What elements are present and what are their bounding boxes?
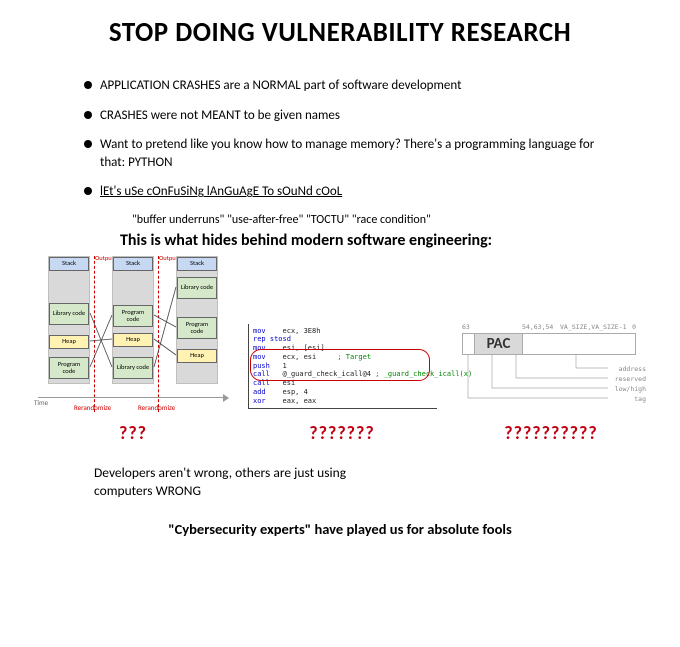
bullet-item: lEt's uSe cOnFuSiNg lAnGuAgE To sOuNd cO… xyxy=(84,183,620,201)
asm-op: mov xyxy=(253,344,266,352)
time-axis xyxy=(38,397,228,398)
seg-library: Library code xyxy=(49,303,89,325)
asm-op: xor xyxy=(253,397,266,405)
question-marks: ??????? xyxy=(309,422,374,444)
memory-column: Stack Library code Heap Program code xyxy=(48,256,90,384)
time-label: Time xyxy=(34,398,48,407)
asm-args: eax, eax xyxy=(283,397,317,405)
seg-heap: Heap xyxy=(49,335,89,349)
rerandomize-label: Rerandomize xyxy=(74,403,111,412)
seg-stack: Stack xyxy=(113,257,153,271)
bullet-item: CRASHES were not MEANT to be given names xyxy=(84,107,620,125)
pac-pointer-diagram: 63 54,63,54 VA_SIZE,VA_SIZE-1 0 PAC xyxy=(456,321,646,416)
seg-heap: Heap xyxy=(113,333,153,347)
lead-label: reserved xyxy=(615,375,646,383)
memory-column: Stack Program code Heap Library code xyxy=(112,256,154,384)
diagram-1-col: Output Output Stack Library code Heap Pr… xyxy=(38,256,228,444)
asm-op: rep stosd xyxy=(253,335,291,343)
seg-library: Library code xyxy=(113,357,153,379)
seg-program: Program code xyxy=(177,317,217,339)
diagram-3-col: 63 54,63,54 VA_SIZE,VA_SIZE-1 0 PAC xyxy=(456,321,646,444)
question-marks: ?????????? xyxy=(504,422,597,444)
seg-library: Library code xyxy=(177,277,217,299)
asm-op: add xyxy=(253,388,266,396)
bullet-item: Want to pretend like you know how to man… xyxy=(84,136,620,171)
assembly-listing: mov ecx, 3E8h rep stosd mov esi, [esi] m… xyxy=(248,324,437,410)
seg-stack: Stack xyxy=(177,257,217,271)
question-marks: ??? xyxy=(119,422,147,444)
asm-comment: ; Target xyxy=(337,353,371,361)
mocking-text: lEt's uSe cOnFuSiNg lAnGuAgE To sOuNd cO… xyxy=(100,184,342,199)
seg-stack: Stack xyxy=(49,257,89,271)
asm-args: esp, 4 xyxy=(283,388,308,396)
memory-column: Stack Library code Program code Heap xyxy=(176,256,218,384)
rerandomize-label: Rerandomize xyxy=(138,403,175,412)
rerandomize-divider xyxy=(158,256,159,412)
meme-slide: STOP DOING VULNERABILITY RESEARCH APPLIC… xyxy=(0,0,680,647)
asm-op: push xyxy=(253,362,270,370)
seg-program: Program code xyxy=(113,305,153,327)
bullet-list: APPLICATION CRASHES are a NORMAL part of… xyxy=(28,77,652,201)
asm-args: ecx, 3E8h xyxy=(283,327,321,335)
lead-label: tag xyxy=(634,395,646,403)
asm-op: call xyxy=(253,370,270,378)
rerandomization-diagram: Output Output Stack Library code Heap Pr… xyxy=(38,256,228,416)
leader-lines-icon xyxy=(456,321,646,411)
rerandomize-divider xyxy=(94,256,95,412)
outro-line-1: Developers aren't wrong, others are just… xyxy=(94,464,394,500)
diagram-2-col: mov ecx, 3E8h rep stosd mov esi, [esi] m… xyxy=(248,318,436,444)
jargon-quotes: "buffer underruns" "use-after-free" "TOC… xyxy=(132,213,652,227)
asm-args: @_guard_check_icall@4 xyxy=(283,370,372,378)
lead-label: address xyxy=(619,365,646,373)
seg-program: Program code xyxy=(49,357,89,379)
outro-line-2: "Cybersecurity experts" have played us f… xyxy=(28,520,652,538)
asm-op: mov xyxy=(253,353,266,361)
seg-heap: Heap xyxy=(177,349,217,363)
asm-op: call xyxy=(253,379,270,387)
diagram-row: Output Output Stack Library code Heap Pr… xyxy=(38,256,652,444)
page-title: STOP DOING VULNERABILITY RESEARCH xyxy=(28,16,652,49)
assembly-diagram: mov ecx, 3E8h rep stosd mov esi, [esi] m… xyxy=(248,318,436,416)
lead-label: low/high xyxy=(615,385,646,393)
asm-args: 1 xyxy=(283,362,287,370)
asm-args: ecx, esi xyxy=(283,353,317,361)
asm-args: esi, [esi] xyxy=(283,344,325,352)
asm-op: mov xyxy=(253,327,266,335)
asm-args: esi xyxy=(283,379,296,387)
sub-heading: This is what hides behind modern softwar… xyxy=(120,231,652,250)
bullet-item: APPLICATION CRASHES are a NORMAL part of… xyxy=(84,77,620,95)
